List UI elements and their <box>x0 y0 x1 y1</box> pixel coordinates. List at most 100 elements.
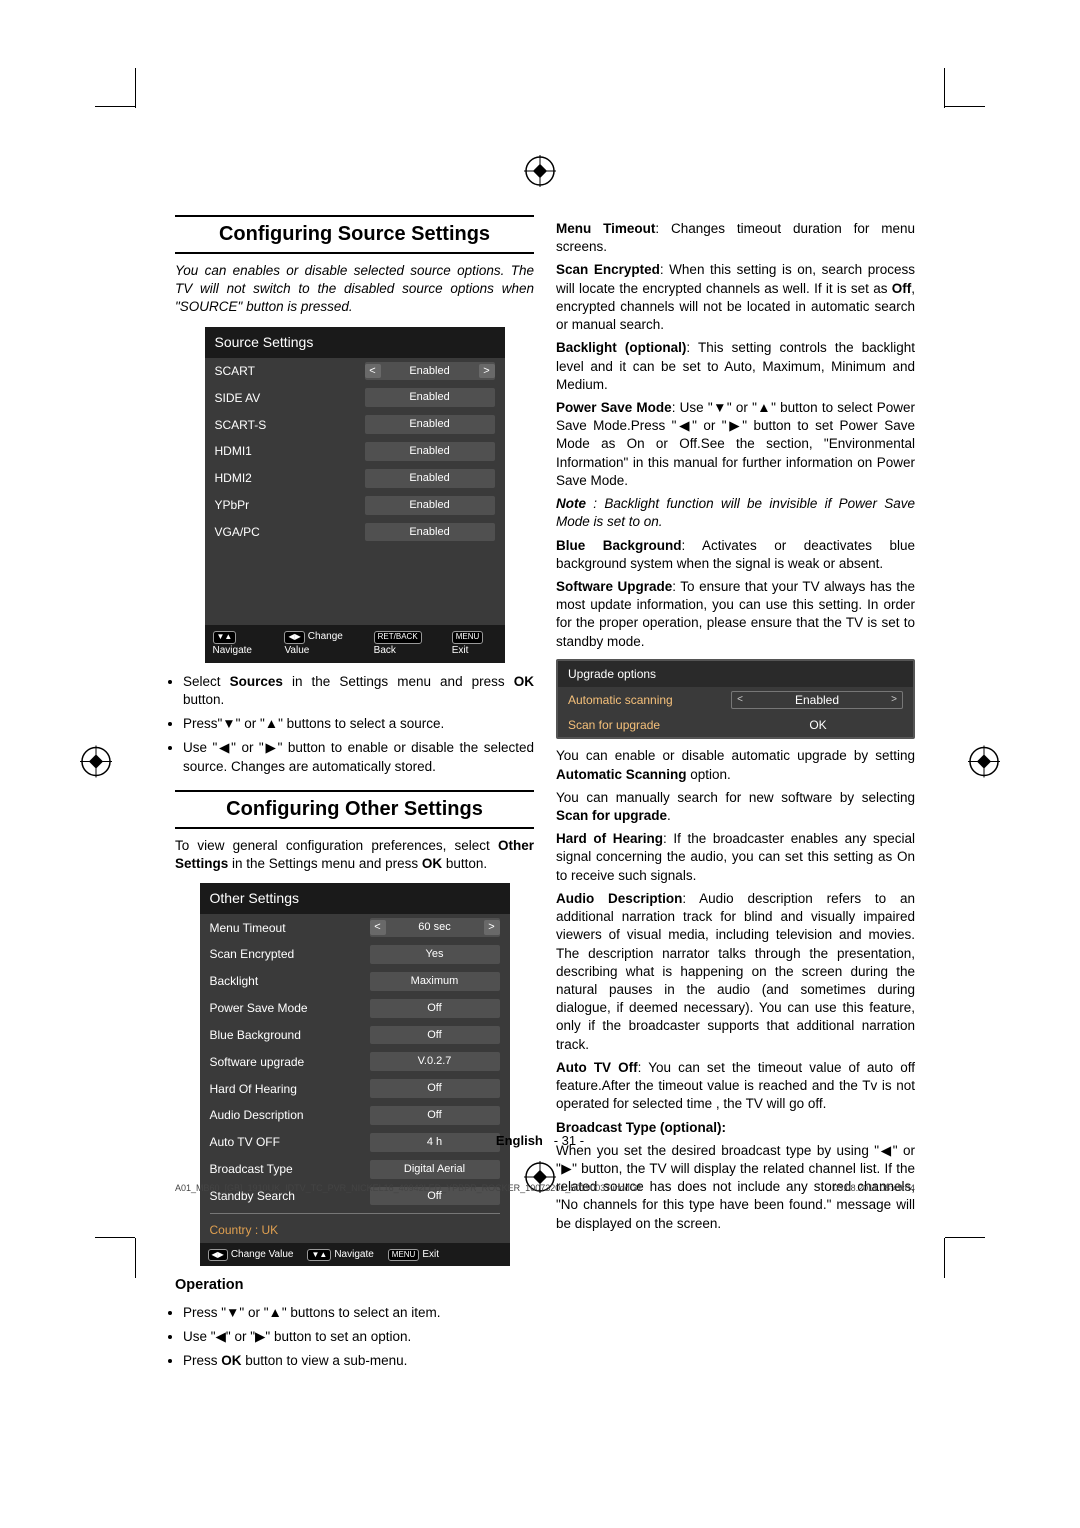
osd-footer-item: ▼▲Navigate <box>307 1248 373 1262</box>
osd-title: Other Settings <box>200 883 510 914</box>
other-intro-text: To view general configuration preference… <box>175 837 534 873</box>
right-column: Menu Timeout: Changes timeout duration f… <box>556 215 915 1385</box>
imprint-filename: A01_MB60_[GB]_1910UK_IDTV_TC_PVR_NICKEL1… <box>175 1183 642 1193</box>
desc-auto-tv-off: Auto TV Off: You can set the timeout val… <box>556 1059 915 1114</box>
footer-language: English <box>496 1133 543 1148</box>
list-item: Select Sources in the Settings menu and … <box>183 673 534 709</box>
osd-row[interactable]: Audio Description < Off > <box>200 1102 510 1129</box>
osd-row-value: Enabled <box>381 496 479 515</box>
osd-footer: ▼▲Navigate ◀▶Change Value RET/BACKBack MENU… <box>205 625 505 662</box>
desc-audio-description: Audio Description: Audio description ref… <box>556 890 915 1054</box>
osd-row-label: Backlight <box>210 973 370 989</box>
note-backlight: Note : Backlight function will be invisi… <box>556 495 915 531</box>
osd-row[interactable]: Broadcast Type < Digital Aerial > <box>200 1156 510 1183</box>
osd-row[interactable]: Power Save Mode < Off > <box>200 995 510 1022</box>
footer-page-number: - 31 - <box>554 1133 584 1148</box>
osd-row-label: Broadcast Type <box>210 1161 370 1177</box>
osd-row-value: Enabled <box>748 692 886 708</box>
left-column: Configuring Source Settings You can enab… <box>175 215 534 1385</box>
left-arrow-icon[interactable]: < <box>370 920 386 935</box>
osd-row[interactable]: SCART-S < Enabled > <box>205 411 505 438</box>
osd-row-value: Enabled <box>381 362 479 381</box>
osd-row[interactable]: HDMI1 < Enabled > <box>205 438 505 465</box>
osd-row-label: YPbPr <box>215 497 365 513</box>
registration-mark-top-icon <box>524 155 556 187</box>
osd-row-label: VGA/PC <box>215 524 365 540</box>
right-arrow-icon[interactable]: > <box>886 693 902 707</box>
osd-row[interactable]: YPbPr < Enabled > <box>205 492 505 519</box>
operation-heading: Operation <box>175 1276 534 1296</box>
osd-footer-item: MENUExit <box>452 630 497 657</box>
crop-mark <box>95 1237 135 1238</box>
list-item: Press OK button to view a sub-menu. <box>183 1352 534 1370</box>
osd-row-label: Menu Timeout <box>210 920 370 936</box>
registration-mark-right-icon <box>968 746 1000 783</box>
osd-title: Upgrade options <box>558 661 913 687</box>
osd-row-label: HDMI2 <box>215 470 365 486</box>
desc-blue-background: Blue Background: Activates or deactivate… <box>556 537 915 573</box>
osd-country: Country : UK <box>200 1218 510 1242</box>
desc-auto-scanning: You can enable or disable automatic upgr… <box>556 747 915 783</box>
osd-footer: ◀▶Change Value ▼▲Navigate MENUExit <box>200 1243 510 1267</box>
crop-mark <box>95 106 135 107</box>
page-footer: English - 31 - <box>0 1133 1080 1148</box>
osd-row-label: HDMI1 <box>215 443 365 459</box>
other-settings-osd: Other Settings Menu Timeout < 60 sec > S… <box>200 883 510 1266</box>
osd-row-value: Off <box>386 1079 484 1098</box>
crop-mark <box>135 68 136 108</box>
list-item: Use "◀" or "▶" button to set an option. <box>183 1328 534 1346</box>
osd-row-value: V.0.2.7 <box>386 1052 484 1071</box>
footer-key-icon: MENU <box>388 1249 420 1262</box>
osd-footer-item: ◀▶Change Value <box>208 1248 294 1262</box>
crop-mark <box>945 1237 985 1238</box>
osd-row-value: 60 sec <box>386 918 484 937</box>
osd-row-label: Blue Background <box>210 1027 370 1043</box>
osd-row[interactable]: SIDE AV < Enabled > <box>205 384 505 411</box>
osd-row-label: SCART <box>215 363 365 379</box>
osd-row-value: Enabled <box>381 442 479 461</box>
osd-footer-item: ▼▲Navigate <box>213 630 271 657</box>
osd-row[interactable]: Automatic scanning < Enabled > <box>558 687 913 713</box>
section-title-source: Configuring Source Settings <box>175 215 534 254</box>
registration-mark-left-icon <box>80 746 112 783</box>
osd-row-label: Software upgrade <box>210 1054 370 1070</box>
osd-row[interactable]: HDMI2 < Enabled > <box>205 465 505 492</box>
list-item: Use "◀" or "▶" button to enable or disab… <box>183 739 534 775</box>
osd-row-label: Hard Of Hearing <box>210 1081 370 1097</box>
footer-key-icon: ▼▲ <box>213 631 237 644</box>
osd-row[interactable]: Backlight < Maximum > <box>200 968 510 995</box>
page-content: Configuring Source Settings You can enab… <box>175 215 915 1385</box>
list-item: Press"▼" or "▲" buttons to select a sour… <box>183 715 534 733</box>
osd-footer-item: MENUExit <box>388 1248 439 1262</box>
osd-row[interactable]: Hard Of Hearing < Off > <box>200 1075 510 1102</box>
osd-footer-item: RET/BACKBack <box>374 630 438 657</box>
osd-row-value: Off <box>386 999 484 1018</box>
osd-row-value: Maximum <box>386 972 484 991</box>
osd-title: Source Settings <box>205 327 505 358</box>
osd-row[interactable]: VGA/PC < Enabled > <box>205 519 505 546</box>
osd-footer-item: ◀▶Change Value <box>284 630 359 657</box>
crop-mark <box>944 68 945 108</box>
osd-row-value: Digital Aerial <box>386 1160 484 1179</box>
desc-scan-for-upgrade: You can manually search for new software… <box>556 789 915 825</box>
osd-row-label: Power Save Mode <box>210 1000 370 1016</box>
left-arrow-icon[interactable]: < <box>365 364 381 379</box>
osd-row[interactable]: Software upgrade < V.0.2.7 > <box>200 1048 510 1075</box>
upgrade-options-osd: Upgrade options Automatic scanning < Ena… <box>556 659 915 740</box>
osd-row[interactable]: Scan for upgrade OK <box>558 713 913 737</box>
osd-row[interactable]: SCART < Enabled > <box>205 358 505 385</box>
operation-instructions: Press "▼" or "▲" buttons to select an it… <box>175 1304 534 1371</box>
osd-row[interactable]: Menu Timeout < 60 sec > <box>200 914 510 941</box>
osd-row-value: Off <box>386 1106 484 1125</box>
right-arrow-icon[interactable]: > <box>484 920 500 935</box>
osd-row[interactable]: Scan Encrypted < Yes > <box>200 941 510 968</box>
footer-key-icon: ◀▶ <box>284 631 304 644</box>
osd-row-label: SIDE AV <box>215 390 365 406</box>
crop-mark <box>135 1238 136 1278</box>
osd-row-value: Yes <box>386 945 484 964</box>
right-arrow-icon[interactable]: > <box>479 364 495 379</box>
source-intro-text: You can enables or disable selected sour… <box>175 262 534 317</box>
osd-row-value: OK <box>733 717 903 733</box>
osd-row[interactable]: Blue Background < Off > <box>200 1022 510 1049</box>
left-arrow-icon[interactable]: < <box>732 693 748 707</box>
